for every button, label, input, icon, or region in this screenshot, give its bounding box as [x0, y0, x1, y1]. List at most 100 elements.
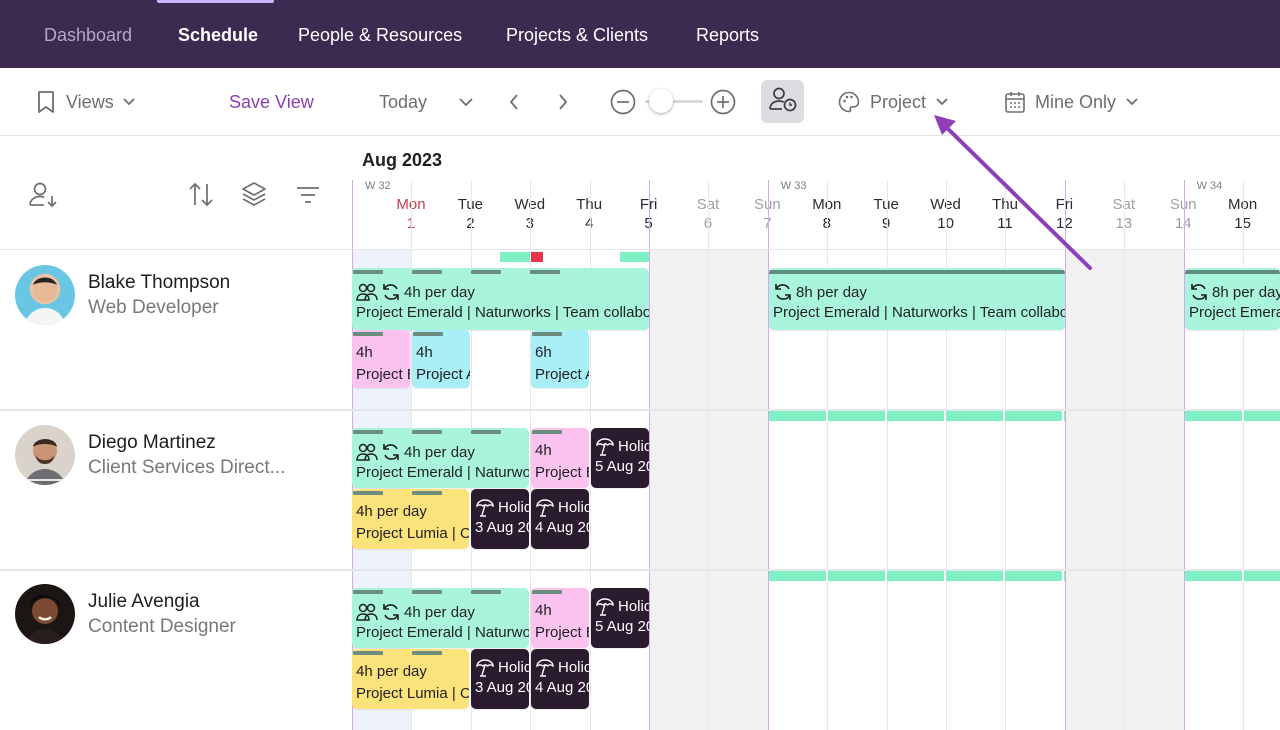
sort-arrows-icon — [186, 182, 216, 214]
week-boundary-line — [1184, 180, 1185, 730]
date-range-dropdown[interactable] — [458, 68, 474, 136]
group-icon — [356, 443, 378, 461]
chevron-right-icon — [557, 93, 569, 111]
day-header: Wed3 — [471, 178, 546, 250]
filter-lines-icon — [294, 187, 322, 214]
booking-hours: Holid — [558, 658, 589, 676]
zoom-slider-handle[interactable] — [649, 89, 673, 113]
project-booking[interactable]: 8h per day Project Emera — [1185, 268, 1280, 330]
zoom-out-button[interactable] — [609, 68, 637, 136]
day-name: Tue — [1273, 196, 1280, 213]
group-icon — [356, 283, 378, 301]
booking-hours: 4h — [535, 442, 552, 459]
nav-schedule[interactable]: Schedule — [178, 0, 258, 68]
project-booking[interactable]: 4h per day Project Emerald | Naturworks |… — [352, 268, 649, 330]
bookmark-icon — [36, 90, 56, 114]
booking-hours: 6h — [535, 344, 552, 361]
holiday-booking[interactable]: Holid 4 Aug 20 — [531, 649, 589, 709]
holiday-booking[interactable]: Holid 3 Aug 20 — [471, 489, 529, 549]
zoom-in-button[interactable] — [709, 68, 737, 136]
umbrella-icon — [536, 659, 554, 677]
day-header: W 33Mon8 — [768, 178, 842, 250]
umbrella-icon — [476, 659, 494, 677]
nav-dashboard[interactable]: Dashboard — [44, 0, 132, 68]
project-booking[interactable]: 4h per day Project Emerald | Naturwo — [352, 588, 529, 648]
project-booking[interactable]: 4h per day Project Lumia | O — [352, 489, 469, 549]
filter-label: Mine Only — [1035, 91, 1117, 112]
person-name[interactable]: Blake Thompson — [88, 272, 230, 294]
day-header: Fri12 — [1005, 178, 1074, 250]
holiday-booking[interactable]: Holid 3 Aug 20 — [471, 649, 529, 709]
booking-hours: Holid — [618, 597, 649, 615]
holiday-booking[interactable]: Holid 4 Aug 20 — [531, 489, 589, 549]
booking-title: Holid — [475, 497, 529, 517]
day-number: 16 — [1273, 215, 1280, 232]
booking-hours: 4h per day — [404, 283, 475, 301]
day-header: W 34Mon15 — [1184, 178, 1258, 250]
booking-title: Holid — [595, 436, 649, 456]
chevron-down-icon — [935, 97, 949, 107]
booking-title: 4h — [535, 442, 552, 459]
day-header: Tue2 — [411, 178, 483, 250]
next-button[interactable] — [557, 68, 569, 136]
booking-project: Project Lumia | O — [356, 525, 469, 542]
week-number: W 32 — [365, 180, 391, 192]
avatar[interactable] — [15, 265, 75, 325]
views-dropdown[interactable]: Views — [36, 68, 136, 136]
booking-title: 4h — [535, 602, 552, 619]
booking-project: Project Emera — [1189, 304, 1280, 321]
project-booking[interactable]: 4h Project E — [352, 330, 410, 388]
holiday-booking[interactable]: Holid 5 Aug 20 — [591, 588, 649, 648]
previous-button[interactable] — [508, 68, 520, 136]
booking-project: Project Lumia | O — [356, 685, 469, 702]
person-name[interactable]: Julie Avengia — [88, 591, 200, 613]
umbrella-icon — [476, 499, 494, 517]
filter-dropdown[interactable]: Mine Only — [1004, 68, 1139, 136]
project-booking[interactable]: 8h per day Project Emerald | Naturworks |… — [769, 268, 1065, 330]
project-booking[interactable]: 4h Project A — [412, 330, 470, 388]
nav-reports[interactable]: Reports — [696, 0, 759, 68]
save-view-button[interactable]: Save View — [229, 68, 314, 136]
zoom-in-icon — [709, 88, 737, 116]
booking-progress — [412, 332, 470, 336]
project-booking[interactable]: 4h per day Project Emerald | Naturwo — [352, 428, 529, 488]
availability-bar — [769, 411, 1065, 421]
repeat-icon — [1191, 284, 1207, 300]
group-layers-button[interactable] — [240, 180, 268, 215]
booking-title: Holid — [595, 596, 649, 616]
booking-title: 8h per day — [1189, 282, 1280, 302]
project-booking[interactable]: 4h Project E — [531, 428, 589, 488]
row-divider — [0, 409, 1280, 411]
chevron-down-icon — [122, 97, 136, 107]
sort-people-button[interactable] — [28, 180, 60, 215]
nav-projects-clients[interactable]: Projects & Clients — [506, 0, 648, 68]
day-header: Wed10 — [887, 178, 961, 250]
project-booking[interactable]: 6h Project A — [531, 330, 589, 388]
nav-people-resources[interactable]: People & Resources — [298, 0, 462, 68]
today-button[interactable]: Today — [379, 68, 427, 136]
filter-people-button[interactable] — [294, 180, 322, 215]
booking-hours: 4h per day — [356, 663, 427, 680]
sort-order-button[interactable] — [186, 180, 216, 215]
people-availability-toggle[interactable] — [761, 80, 804, 123]
repeat-icon — [383, 284, 399, 300]
booking-title: 6h — [535, 344, 552, 361]
day-grid-line — [946, 180, 947, 730]
project-booking[interactable]: 4h Project E — [531, 588, 589, 648]
booking-title: 4h per day — [356, 282, 475, 302]
availability-bar — [1185, 571, 1280, 581]
booking-project: Project A — [416, 366, 470, 383]
layers-icon — [240, 182, 268, 214]
person-name[interactable]: Diego Martinez — [88, 432, 216, 454]
project-booking[interactable]: 4h per day Project Lumia | O — [352, 649, 469, 709]
avatar[interactable] — [15, 425, 75, 485]
holiday-booking[interactable]: Holid 5 Aug 20 — [591, 428, 649, 488]
week-number: W 33 — [780, 180, 807, 192]
booking-hours: 8h per day — [796, 283, 867, 301]
avatar[interactable] — [15, 584, 75, 644]
color-by-dropdown[interactable]: Project — [837, 68, 949, 136]
day-header: Sun14 — [1124, 178, 1197, 250]
booking-progress — [352, 430, 529, 434]
booking-project: Project E — [356, 366, 410, 383]
booking-hours: 8h per day — [1212, 283, 1280, 301]
